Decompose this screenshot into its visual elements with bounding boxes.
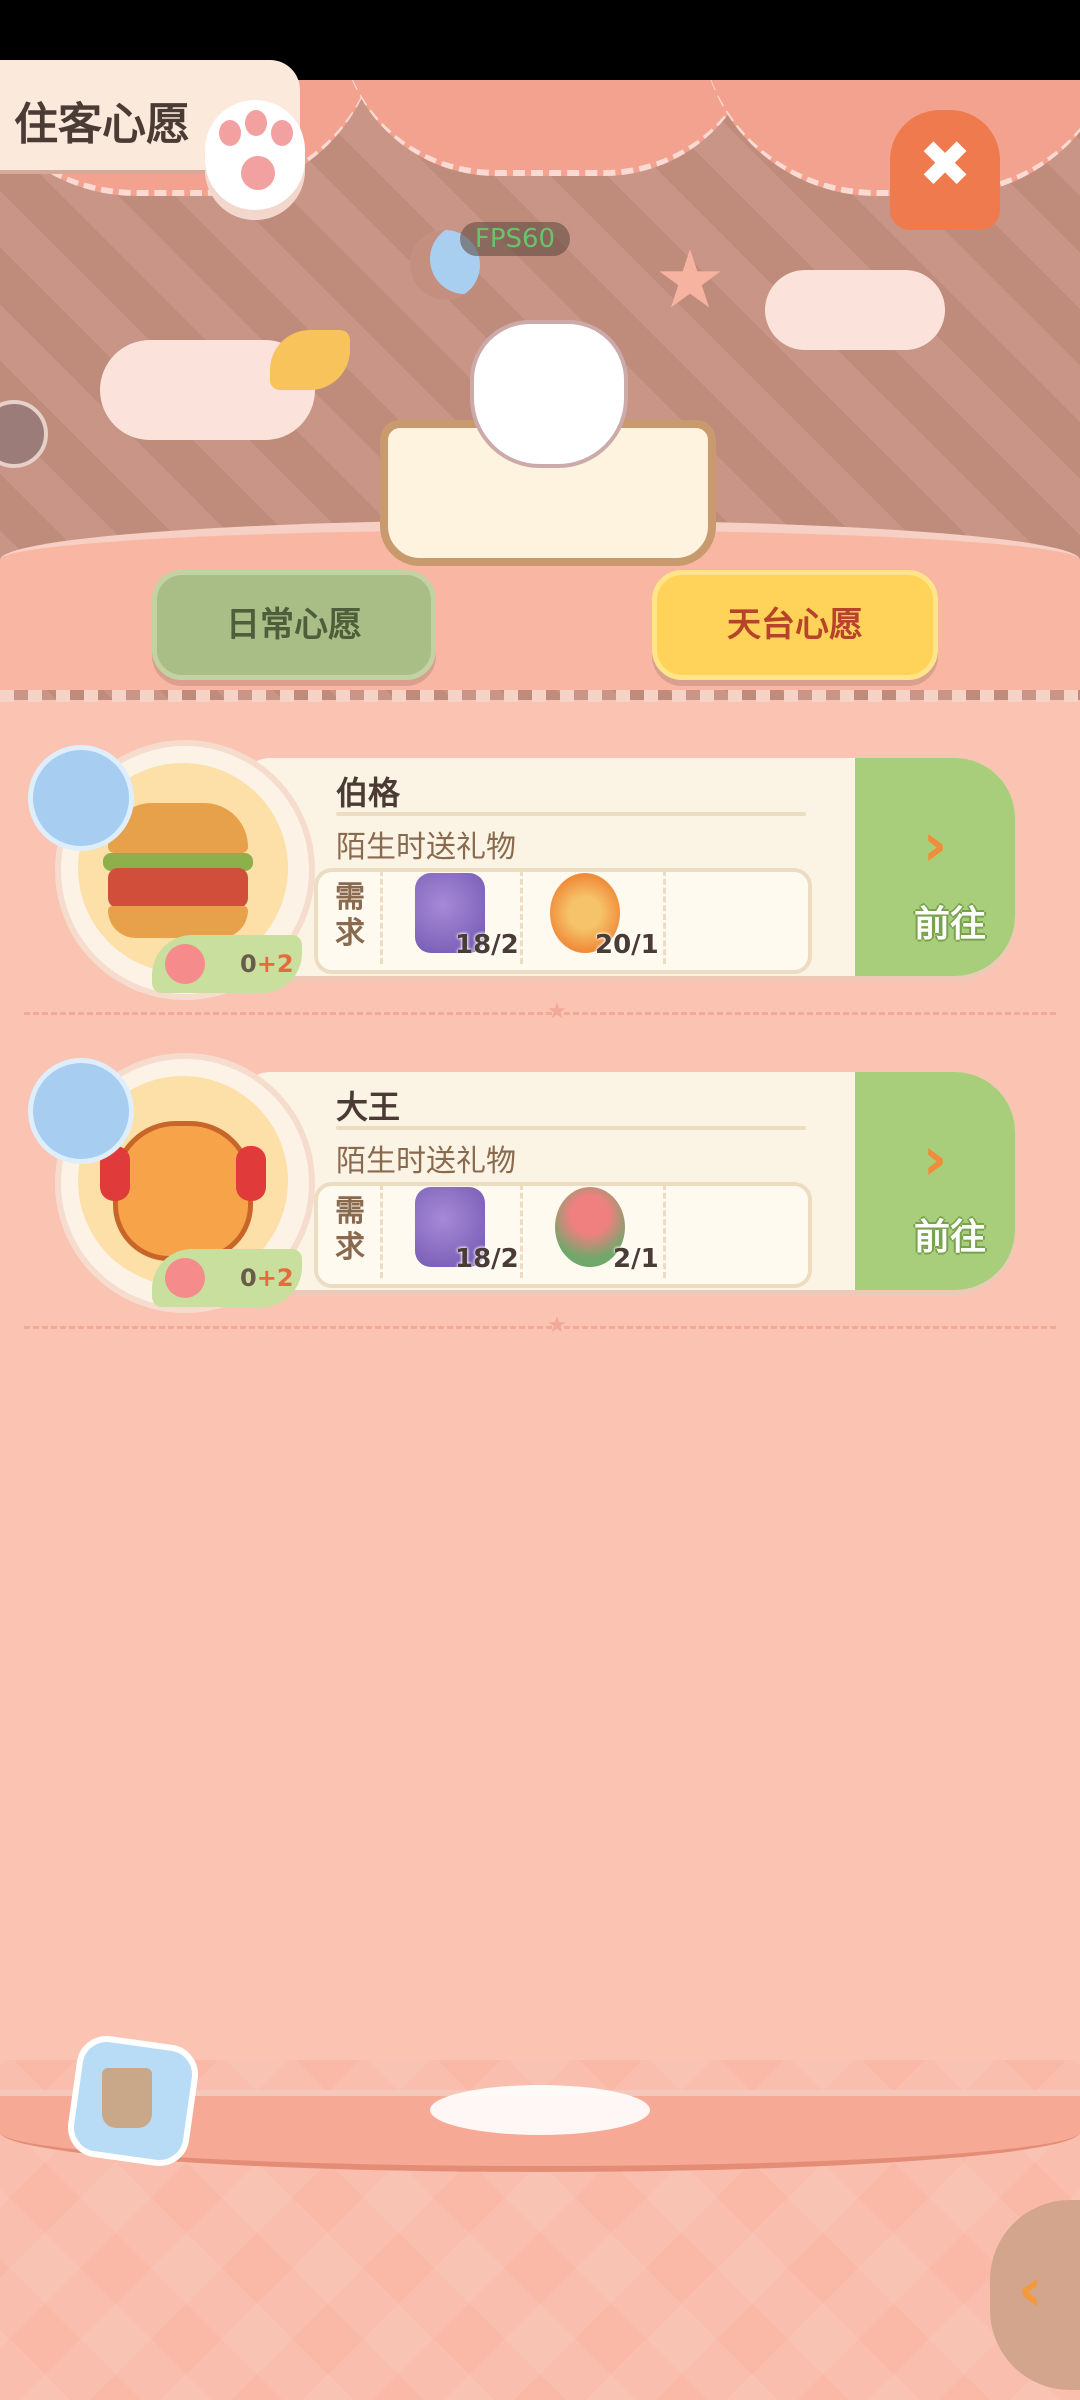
req-divider	[380, 870, 383, 964]
tiger-cat-face-icon	[113, 1121, 253, 1261]
headphone-right-icon	[236, 1146, 266, 1201]
bird-badge-icon	[28, 745, 134, 851]
card-separator	[24, 1012, 1056, 1015]
tab-rooftop-wishes[interactable]: 天台心愿	[652, 570, 938, 680]
burger-bun-bottom-icon	[108, 906, 248, 938]
chevron-right-icon[interactable]: ›	[900, 1124, 970, 1194]
fps-counter: FPS60	[460, 222, 570, 256]
item-count: 18/2	[455, 930, 519, 960]
tab-daily-wishes[interactable]: 日常心愿	[152, 570, 436, 680]
curtain-middle	[340, 80, 760, 176]
page-title: 住客心愿	[14, 99, 190, 150]
requirement-label: 需求	[335, 1194, 365, 1265]
trash-can-icon[interactable]	[102, 2068, 152, 2128]
item-count: 20/1	[595, 930, 659, 960]
close-x-icon[interactable]: ✖	[910, 130, 980, 200]
bird-ornament-icon	[270, 330, 350, 390]
heart-icon	[165, 1258, 205, 1298]
req-divider	[663, 870, 666, 964]
scallop-divider	[0, 690, 1080, 702]
star-ornament-icon: ★	[654, 233, 726, 326]
chevron-left-icon[interactable]: ‹	[1000, 2255, 1060, 2325]
affection-value: 0+2	[240, 950, 294, 978]
cat-mascot-illustration	[470, 320, 628, 468]
resident-name: 大王	[336, 1088, 401, 1126]
req-divider	[520, 1184, 523, 1278]
paw-icon	[205, 100, 305, 220]
req-divider	[663, 1184, 666, 1278]
burger-patty-icon	[108, 868, 248, 908]
chevron-right-icon[interactable]: ›	[900, 810, 970, 880]
star-icon: ★	[547, 999, 567, 1024]
go-button-label[interactable]: 前往	[895, 895, 1005, 947]
cloud-right	[765, 270, 945, 350]
star-icon: ★	[547, 1313, 567, 1338]
requirement-label: 需求	[335, 880, 365, 951]
heart-icon	[165, 944, 205, 984]
item-count: 2/1	[613, 1244, 659, 1274]
bird-badge-icon	[28, 1058, 134, 1164]
go-button-label[interactable]: 前往	[895, 1208, 1005, 1260]
winged-heart-icon	[430, 2085, 650, 2135]
item-count: 18/2	[455, 1244, 519, 1274]
wish-description: 陌生时送礼物	[336, 1144, 516, 1179]
name-divider	[336, 812, 806, 816]
resident-name: 伯格	[336, 774, 401, 812]
name-divider	[336, 1126, 806, 1130]
card-separator	[24, 1326, 1056, 1329]
wish-description: 陌生时送礼物	[336, 830, 516, 865]
affection-value: 0+2	[240, 1264, 294, 1292]
req-divider	[380, 1184, 383, 1278]
req-divider	[520, 870, 523, 964]
